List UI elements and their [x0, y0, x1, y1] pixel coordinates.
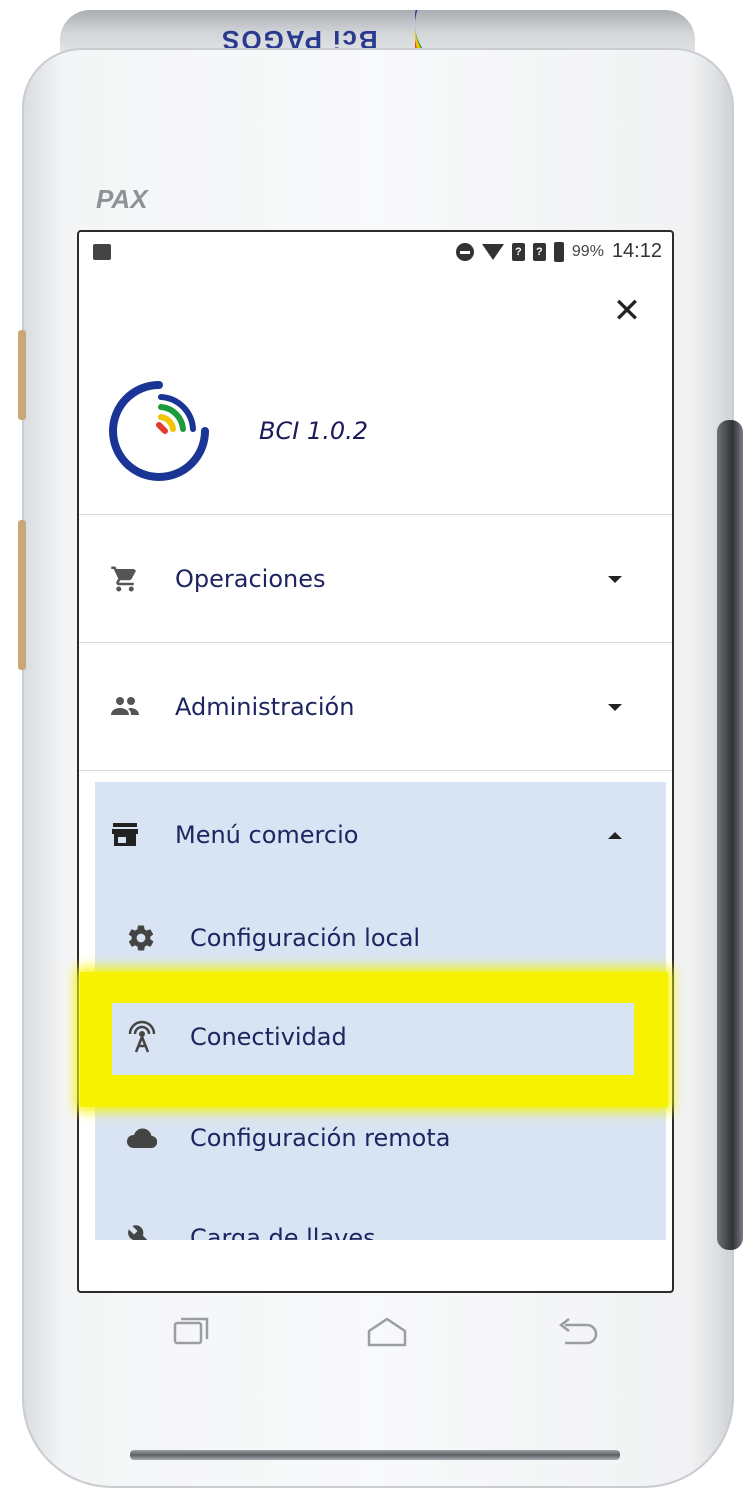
divider — [79, 642, 672, 643]
navigation-bar — [77, 1295, 674, 1375]
wifi-icon — [481, 243, 504, 260]
gear-icon — [125, 922, 157, 954]
bci-logo — [109, 381, 209, 481]
image-notification-icon — [93, 244, 111, 260]
recent-apps-icon[interactable] — [169, 1315, 213, 1349]
side-grip — [717, 420, 743, 1250]
sim2-icon: ? — [532, 242, 546, 261]
divider — [79, 514, 672, 515]
pos-device: Bci PAGOS PAX ? ? 99% 14:12 ✕ BCI 1.0.2 … — [0, 0, 743, 1504]
submenu-item-label: Configuración local — [190, 924, 421, 952]
menu-item-label: Operaciones — [175, 565, 326, 593]
submenu-item-label: Conectividad — [190, 1023, 347, 1051]
status-clock: 14:12 — [611, 240, 662, 262]
store-icon — [109, 819, 141, 851]
submenu-item-label: Carga de llaves — [190, 1224, 376, 1240]
home-icon[interactable] — [365, 1315, 409, 1349]
submenu-item-carga-de-llaves[interactable]: Carga de llaves — [95, 1190, 666, 1240]
cart-icon — [109, 563, 141, 595]
status-icons: ? ? 99% 14:12 — [455, 240, 662, 263]
menu-item-administracion[interactable]: Administración — [79, 644, 672, 770]
antenna-icon — [128, 1020, 156, 1053]
menu-item-operaciones[interactable]: Operaciones — [79, 516, 672, 642]
card-slot — [130, 1450, 620, 1460]
pax-logo: PAX — [96, 184, 148, 214]
submenu-item-label: Configuración remota — [190, 1124, 451, 1152]
side-button-bottom — [18, 520, 26, 670]
cloud-icon — [125, 1122, 157, 1154]
battery-icon — [553, 241, 564, 262]
divider — [79, 770, 672, 771]
do-not-disturb-icon — [455, 242, 474, 261]
close-button[interactable]: ✕ — [610, 294, 644, 328]
chevron-down-icon — [608, 703, 622, 711]
wrench-icon — [125, 1222, 157, 1240]
back-icon[interactable] — [555, 1315, 599, 1349]
menu-item-menu-comercio[interactable]: Menú comercio — [95, 782, 666, 888]
menu-item-label: Administración — [175, 693, 355, 721]
status-bar: ? ? 99% 14:12 — [79, 232, 672, 272]
chevron-up-icon — [608, 831, 622, 839]
side-button-top — [18, 330, 26, 420]
menu-item-label: Menú comercio — [175, 821, 359, 849]
chevron-down-icon — [608, 575, 622, 583]
sim1-icon: ? — [511, 242, 525, 261]
people-icon — [109, 691, 141, 723]
screen: ? ? 99% 14:12 ✕ BCI 1.0.2 Operaciones Ad… — [77, 230, 674, 1293]
app-version: BCI 1.0.2 — [259, 417, 368, 445]
battery-percent: 99% — [571, 242, 604, 260]
